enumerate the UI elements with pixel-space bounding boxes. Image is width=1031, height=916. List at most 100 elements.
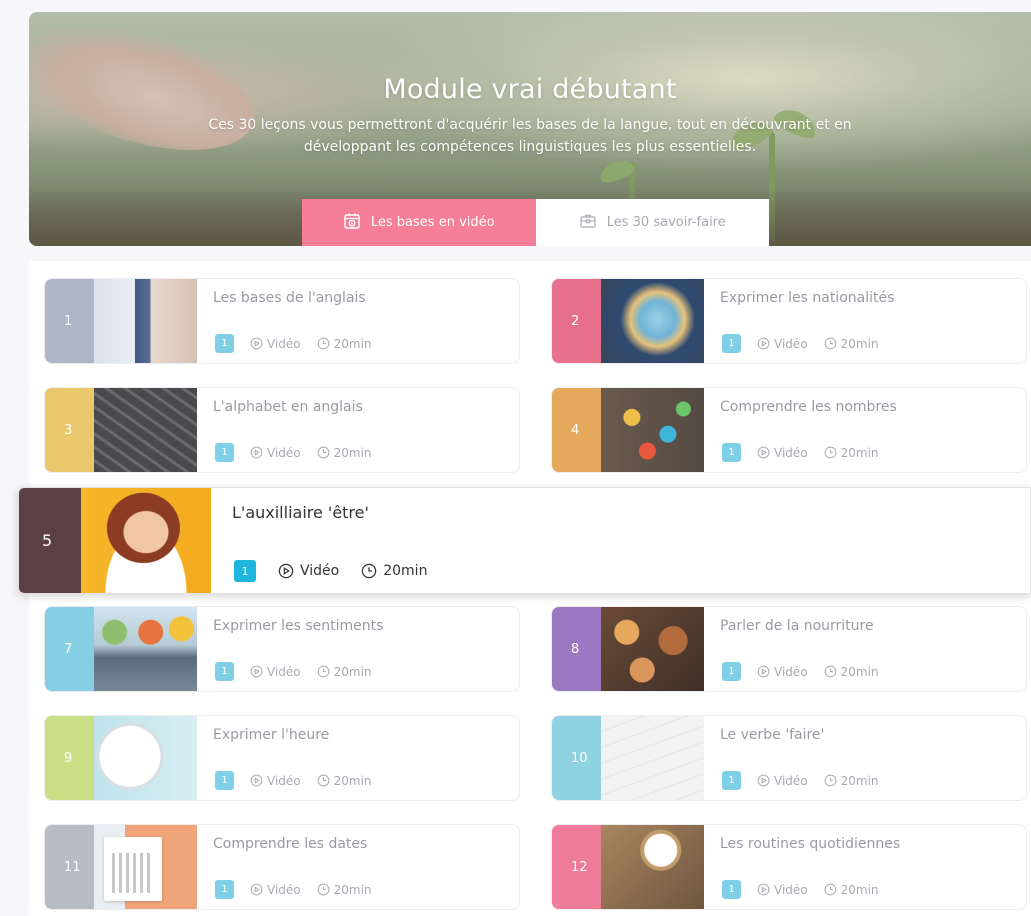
- lesson-duration: 20min: [840, 336, 879, 351]
- lesson-duration: 20min: [383, 563, 428, 579]
- clock-icon: [317, 774, 330, 787]
- lesson-number: 10: [552, 716, 601, 800]
- lesson-number: 2: [552, 279, 601, 363]
- lesson-duration: 20min: [840, 882, 879, 897]
- clock-icon: [361, 563, 377, 579]
- level-badge: 1: [722, 771, 741, 790]
- level-badge: 1: [215, 662, 234, 681]
- duration-item: 20min: [824, 665, 879, 679]
- tab-label: Les bases en vidéo: [370, 215, 495, 230]
- lesson-card-5-highlighted[interactable]: 5 L'auxilliaire 'être' 1 Vidéo 20min: [18, 487, 1031, 594]
- lesson-title: Exprimer les sentiments: [213, 618, 384, 634]
- play-circle-icon: [278, 563, 294, 579]
- level-badge: 1: [722, 880, 741, 899]
- lesson-meta: 1 Vidéo 20min: [722, 334, 879, 353]
- duration-item: 20min: [824, 446, 879, 460]
- level-badge: 1: [234, 560, 256, 582]
- type-item: Vidéo: [278, 563, 339, 579]
- type-item: Vidéo: [250, 337, 301, 351]
- type-item: Vidéo: [757, 774, 808, 788]
- lesson-title: Parler de la nourriture: [720, 618, 874, 634]
- lesson-duration: 20min: [333, 882, 372, 897]
- duration-item: 20min: [317, 337, 372, 351]
- lesson-title: L'auxilliaire 'être': [232, 503, 369, 522]
- module-tabs: Les bases en vidéo Les 30 savoir-faire: [302, 199, 769, 246]
- module-title: Module vrai débutant: [383, 74, 677, 105]
- tab-video-basics[interactable]: Les bases en vidéo: [302, 199, 536, 246]
- play-circle-icon: [757, 665, 770, 678]
- clock-icon: [824, 665, 837, 678]
- lesson-thumbnail: [601, 279, 704, 363]
- lesson-card-4[interactable]: 4 Comprendre les nombres 1 Vidéo 20min: [551, 387, 1027, 473]
- lesson-number: 3: [45, 388, 94, 472]
- lesson-card-9[interactable]: 9 Exprimer l'heure 1 Vidéo 20min: [44, 715, 520, 801]
- lesson-thumbnail: [81, 488, 211, 593]
- lesson-card-11[interactable]: 11 Comprendre les dates 1 Vidéo 20min: [44, 824, 520, 910]
- clock-icon: [824, 774, 837, 787]
- lesson-title: Le verbe 'faire': [720, 727, 825, 743]
- lesson-type: Vidéo: [774, 445, 808, 460]
- lesson-meta: 1 Vidéo 20min: [215, 662, 372, 681]
- clock-icon: [824, 446, 837, 459]
- type-item: Vidéo: [250, 665, 301, 679]
- lesson-meta: 1 Vidéo 20min: [234, 560, 427, 582]
- lesson-type: Vidéo: [774, 882, 808, 897]
- lesson-card-7[interactable]: 7 Exprimer les sentiments 1 Vidéo 20min: [44, 606, 520, 692]
- lesson-type: Vidéo: [300, 563, 340, 579]
- lesson-meta: 1 Vidéo 20min: [215, 334, 372, 353]
- lesson-type: Vidéo: [774, 773, 808, 788]
- lesson-number: 5: [19, 488, 81, 593]
- lesson-number: 7: [45, 607, 94, 691]
- lesson-type: Vidéo: [774, 336, 808, 351]
- lesson-title: Les routines quotidiennes: [720, 836, 901, 852]
- type-item: Vidéo: [757, 665, 808, 679]
- type-item: Vidéo: [250, 446, 301, 460]
- lesson-card-12[interactable]: 12 Les routines quotidiennes 1 Vidéo 20m…: [551, 824, 1027, 910]
- duration-item: 20min: [824, 337, 879, 351]
- lesson-card-2[interactable]: 2 Exprimer les nationalités 1 Vidéo 20mi…: [551, 278, 1027, 364]
- duration-item: 20min: [317, 446, 372, 460]
- lesson-thumbnail: [94, 607, 197, 691]
- type-item: Vidéo: [757, 446, 808, 460]
- lesson-duration: 20min: [333, 773, 372, 788]
- lesson-meta: 1 Vidéo 20min: [215, 771, 372, 790]
- play-circle-icon: [250, 665, 263, 678]
- lesson-duration: 20min: [840, 664, 879, 679]
- lesson-thumbnail: [94, 388, 197, 472]
- type-item: Vidéo: [757, 337, 808, 351]
- lesson-card-10[interactable]: 10 Le verbe 'faire' 1 Vidéo 20min: [551, 715, 1027, 801]
- video-tutorial-icon: [343, 212, 361, 234]
- level-badge: 1: [215, 443, 234, 462]
- lesson-card-8[interactable]: 8 Parler de la nourriture 1 Vidéo 20min: [551, 606, 1027, 692]
- lesson-thumbnail: [94, 279, 197, 363]
- play-circle-icon: [250, 446, 263, 459]
- lesson-number: 12: [552, 825, 601, 909]
- level-badge: 1: [215, 771, 234, 790]
- lesson-card-3[interactable]: 3 L'alphabet en anglais 1 Vidéo 20min: [44, 387, 520, 473]
- lesson-type: Vidéo: [267, 882, 301, 897]
- play-circle-icon: [250, 883, 263, 896]
- lesson-duration: 20min: [333, 336, 372, 351]
- duration-item: 20min: [317, 774, 372, 788]
- level-badge: 1: [215, 880, 234, 899]
- lesson-duration: 20min: [333, 664, 372, 679]
- lesson-title: Exprimer l'heure: [213, 727, 330, 743]
- level-badge: 1: [722, 334, 741, 353]
- lesson-thumbnail: [601, 716, 704, 800]
- tab-30-skills[interactable]: Les 30 savoir-faire: [535, 199, 769, 246]
- lesson-type: Vidéo: [267, 664, 301, 679]
- duration-item: 20min: [824, 774, 879, 788]
- type-item: Vidéo: [250, 774, 301, 788]
- lesson-type: Vidéo: [774, 664, 808, 679]
- lesson-title: Les bases de l'anglais: [213, 290, 366, 306]
- duration-item: 20min: [317, 883, 372, 897]
- lesson-duration: 20min: [333, 445, 372, 460]
- clock-icon: [824, 337, 837, 350]
- play-circle-icon: [757, 446, 770, 459]
- lesson-card-1[interactable]: 1 Les bases de l'anglais 1 Vidéo 20min: [44, 278, 520, 364]
- lesson-meta: 1 Vidéo 20min: [722, 662, 879, 681]
- lesson-meta: 1 Vidéo 20min: [215, 443, 372, 462]
- clock-icon: [317, 665, 330, 678]
- level-badge: 1: [722, 443, 741, 462]
- lesson-thumbnail: [601, 607, 704, 691]
